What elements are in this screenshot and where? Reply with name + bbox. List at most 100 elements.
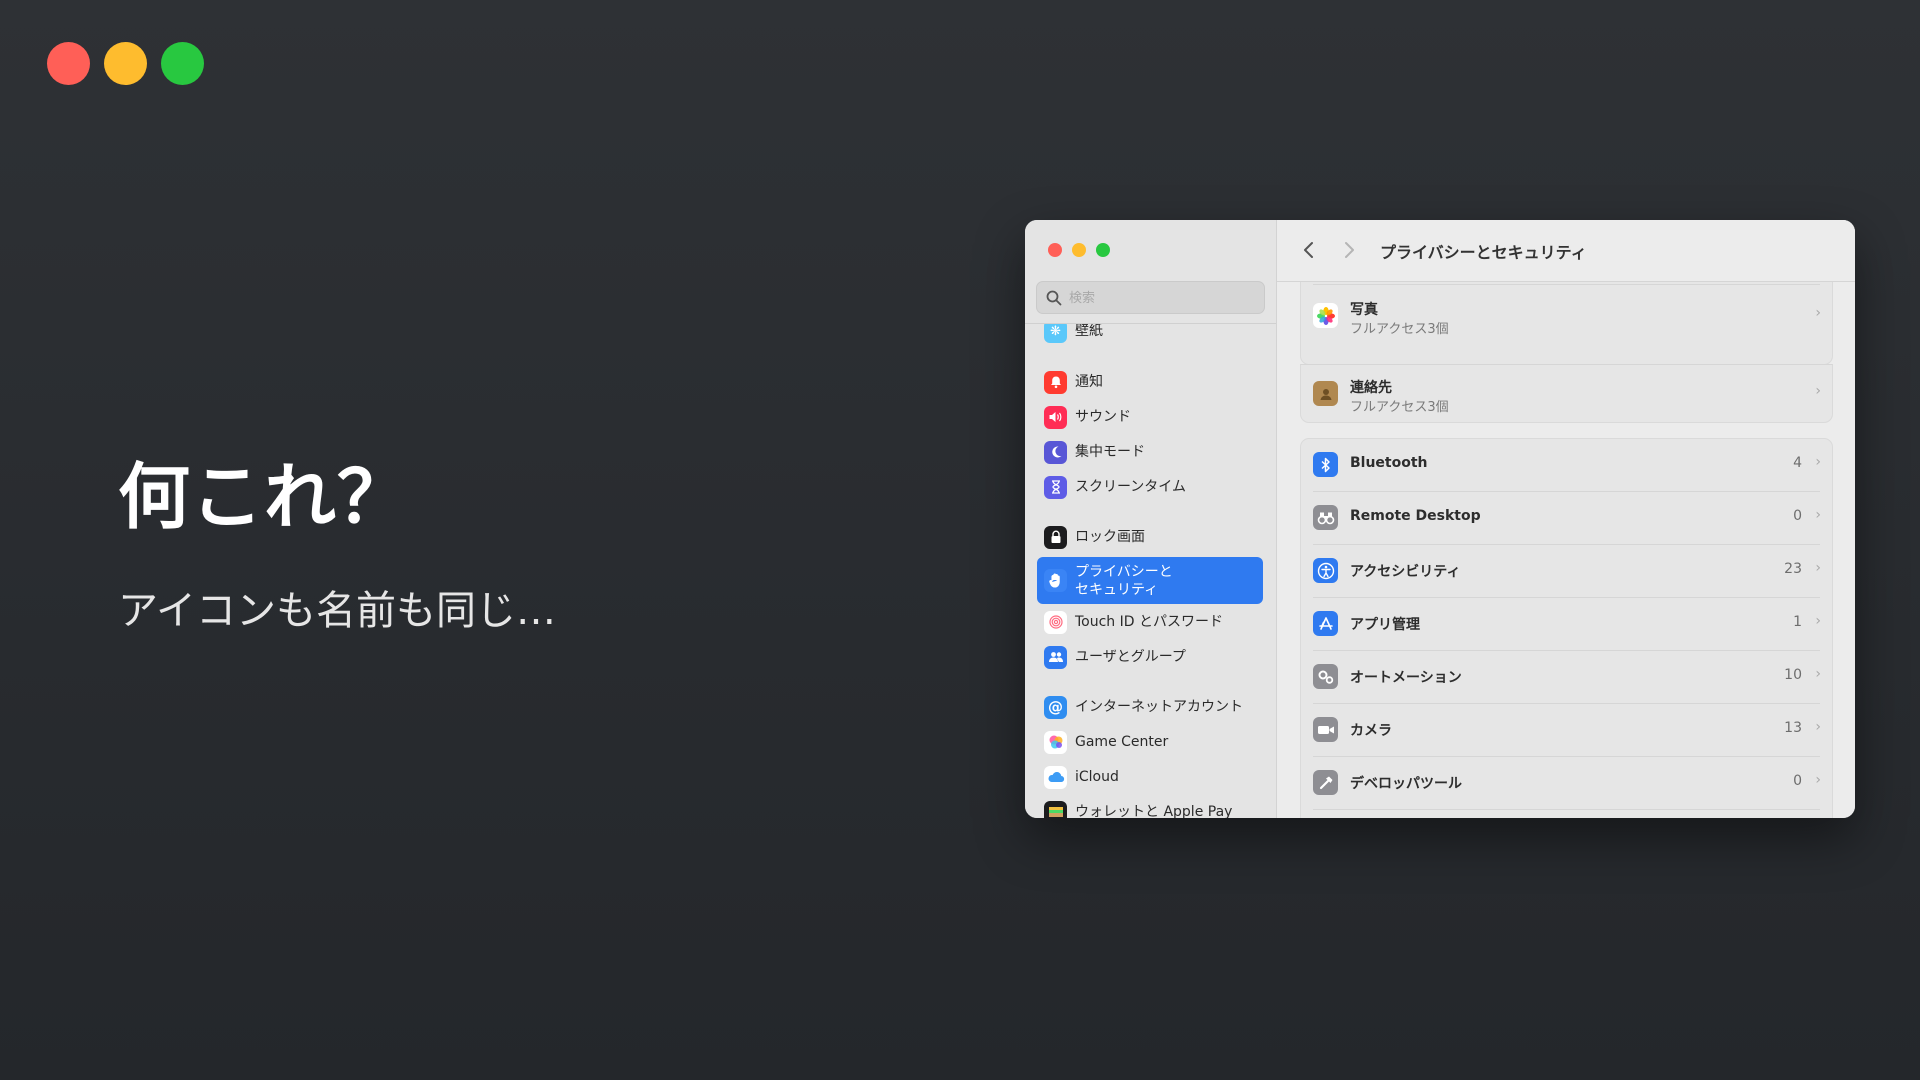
privacy-row-contacts[interactable]: 連絡先 フルアクセス3個 › (1301, 365, 1832, 424)
slide-green-light (161, 42, 204, 85)
row-count: 13 (1784, 720, 1802, 736)
permissions-group: Bluetooth 4 › Remote Desktop 0 › アクセシビリテ… (1300, 438, 1833, 818)
search-input[interactable] (1069, 288, 1249, 308)
privacy-row-photos[interactable]: 写真 フルアクセス3個 › (1301, 285, 1832, 346)
sidebar-item-label: ユーザとグループ (1075, 649, 1186, 665)
search-field[interactable] (1036, 281, 1265, 314)
sidebar-list[interactable]: ❋ 壁紙 通知 サウンド 集中モード スクリーンタイム ロック画面 プライバシー… (1025, 324, 1276, 818)
cloud-icon (1044, 765, 1067, 789)
sidebar-item-users-groups[interactable]: ユーザとグループ (1037, 641, 1263, 673)
toolbar: プライバシーとセキュリティ (1277, 220, 1855, 282)
zoom-button[interactable] (1096, 243, 1110, 257)
row-title: デベロッパツール (1350, 776, 1462, 792)
row-count: 23 (1784, 561, 1802, 577)
bell-icon (1044, 370, 1067, 394)
row-title: Bluetooth (1350, 455, 1428, 471)
sidebar-item-label: サウンド (1075, 409, 1131, 425)
photos-icon (1313, 303, 1338, 328)
gears-icon (1313, 664, 1338, 689)
sidebar-item-label: ロック画面 (1075, 529, 1145, 545)
chevron-right-icon: › (1815, 613, 1821, 629)
sidebar: ❋ 壁紙 通知 サウンド 集中モード (1025, 220, 1277, 818)
hourglass-icon (1044, 475, 1067, 499)
chevron-right-icon: › (1815, 666, 1821, 682)
sidebar-item-touch-id[interactable]: Touch ID とパスワード (1037, 606, 1263, 638)
settings-window: ❋ 壁紙 通知 サウンド 集中モード (1025, 220, 1855, 818)
sidebar-item-wallet[interactable]: ウォレットと Apple Pay (1037, 796, 1263, 818)
slide-title: 何これ？ (118, 455, 411, 539)
privacy-row-bluetooth[interactable]: Bluetooth 4 › (1301, 439, 1832, 491)
contacts-group: 連絡先 フルアクセス3個 › (1300, 364, 1833, 423)
forward-chevron-icon[interactable] (1339, 238, 1359, 262)
privacy-row-camera[interactable]: カメラ 13 › (1301, 704, 1832, 756)
app-list-group: なし (1300, 282, 1833, 365)
row-title: 連絡先 (1350, 380, 1392, 396)
at-icon: @ (1044, 695, 1067, 719)
slide-red-light (47, 42, 90, 85)
row-title: オートメーション (1350, 670, 1462, 686)
sidebar-item-label: スクリーンタイム (1075, 479, 1187, 495)
chevron-right-icon: › (1815, 772, 1821, 788)
row-title: アプリ管理 (1350, 617, 1420, 633)
hammer-icon (1313, 770, 1338, 795)
speaker-icon (1044, 405, 1067, 429)
moon-icon (1044, 440, 1067, 464)
row-title: Remote Desktop (1350, 508, 1481, 524)
privacy-row-remote-desktop[interactable]: Remote Desktop 0 › (1301, 492, 1832, 544)
row-count: 1 (1793, 614, 1802, 630)
row-title: カメラ (1350, 723, 1392, 739)
privacy-row-automation[interactable]: オートメーション 10 › (1301, 651, 1832, 703)
sidebar-item-screen-time[interactable]: スクリーンタイム (1037, 471, 1263, 503)
wallpaper-icon: ❋ (1044, 324, 1067, 343)
chevron-right-icon: › (1815, 507, 1821, 523)
row-count: 0 (1793, 773, 1802, 789)
sidebar-item-privacy-security[interactable]: プライバシーと セキュリティ (1037, 557, 1263, 604)
sidebar-item-focus[interactable]: 集中モード (1037, 436, 1263, 468)
sidebar-item-label: 壁紙 (1075, 324, 1103, 339)
row-title: 写真 (1350, 302, 1378, 318)
row-title: アクセシビリティ (1350, 564, 1461, 580)
sidebar-item-label: インターネットアカウント (1075, 699, 1243, 715)
close-button[interactable] (1048, 243, 1062, 257)
sidebar-item-label: プライバシーと セキュリティ (1075, 563, 1173, 599)
sidebar-item-icloud[interactable]: iCloud (1037, 761, 1263, 793)
sidebar-item-sound[interactable]: サウンド (1037, 401, 1263, 433)
sidebar-item-label: iCloud (1075, 769, 1119, 785)
users-icon (1044, 645, 1067, 669)
chevron-right-icon: › (1815, 560, 1821, 576)
chevron-right-icon: › (1815, 454, 1821, 470)
privacy-row-app-management[interactable]: アプリ管理 1 › (1301, 598, 1832, 650)
sidebar-item-internet-accounts[interactable]: @ インターネットアカウント (1037, 691, 1263, 723)
sidebar-item-label-line2: セキュリティ (1075, 581, 1159, 598)
sidebar-item-lock-screen[interactable]: ロック画面 (1037, 521, 1263, 553)
sidebar-item-wallpaper[interactable]: ❋ 壁紙 (1037, 324, 1263, 347)
main-pane: プライバシーとセキュリティ なし (1277, 220, 1855, 818)
accessibility-icon (1313, 558, 1338, 583)
slide-yellow-light (104, 42, 147, 85)
minimize-button[interactable] (1072, 243, 1086, 257)
row-count: 10 (1784, 667, 1802, 683)
sidebar-item-label: Touch ID とパスワード (1075, 614, 1223, 630)
sidebar-item-label-line1: プライバシーと (1075, 563, 1173, 580)
sidebar-item-label: 通知 (1075, 374, 1103, 390)
contacts-icon (1313, 381, 1338, 406)
camera-icon (1313, 717, 1338, 742)
bluetooth-icon (1313, 452, 1338, 477)
slide-subtitle: アイコンも名前も同じ… (118, 588, 556, 634)
privacy-row-developer-tools[interactable]: デベロッパツール 0 › (1301, 757, 1832, 809)
row-subtitle: フルアクセス3個 (1350, 400, 1449, 415)
sidebar-item-notifications[interactable]: 通知 (1037, 366, 1263, 398)
sidebar-item-label: 集中モード (1075, 444, 1145, 460)
lock-icon (1044, 525, 1067, 549)
row-count: 0 (1793, 508, 1802, 524)
fingerprint-icon (1044, 610, 1067, 634)
settings-content[interactable]: なし (1277, 282, 1855, 818)
back-chevron-icon[interactable] (1299, 238, 1319, 262)
partial-row[interactable] (1301, 810, 1832, 818)
wallet-icon (1044, 800, 1067, 818)
search-icon (1046, 290, 1062, 306)
page-title: プライバシーとセキュリティ (1380, 243, 1587, 262)
sidebar-item-game-center[interactable]: Game Center (1037, 726, 1263, 758)
privacy-row-accessibility[interactable]: アクセシビリティ 23 › (1301, 545, 1832, 597)
binoculars-icon (1313, 505, 1338, 530)
